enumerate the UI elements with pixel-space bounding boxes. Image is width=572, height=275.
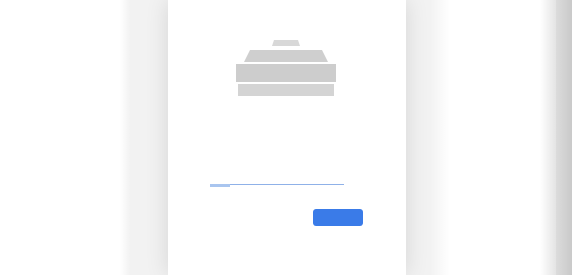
page-background bbox=[0, 0, 572, 275]
sign-in-card bbox=[168, 0, 406, 275]
card-footer bbox=[168, 258, 406, 268]
next-button[interactable] bbox=[313, 209, 363, 226]
email-field[interactable] bbox=[210, 170, 344, 185]
logo bbox=[216, 34, 356, 100]
logo-icon bbox=[236, 40, 336, 96]
input-underline-accent bbox=[210, 184, 230, 187]
window-edge bbox=[556, 0, 572, 275]
